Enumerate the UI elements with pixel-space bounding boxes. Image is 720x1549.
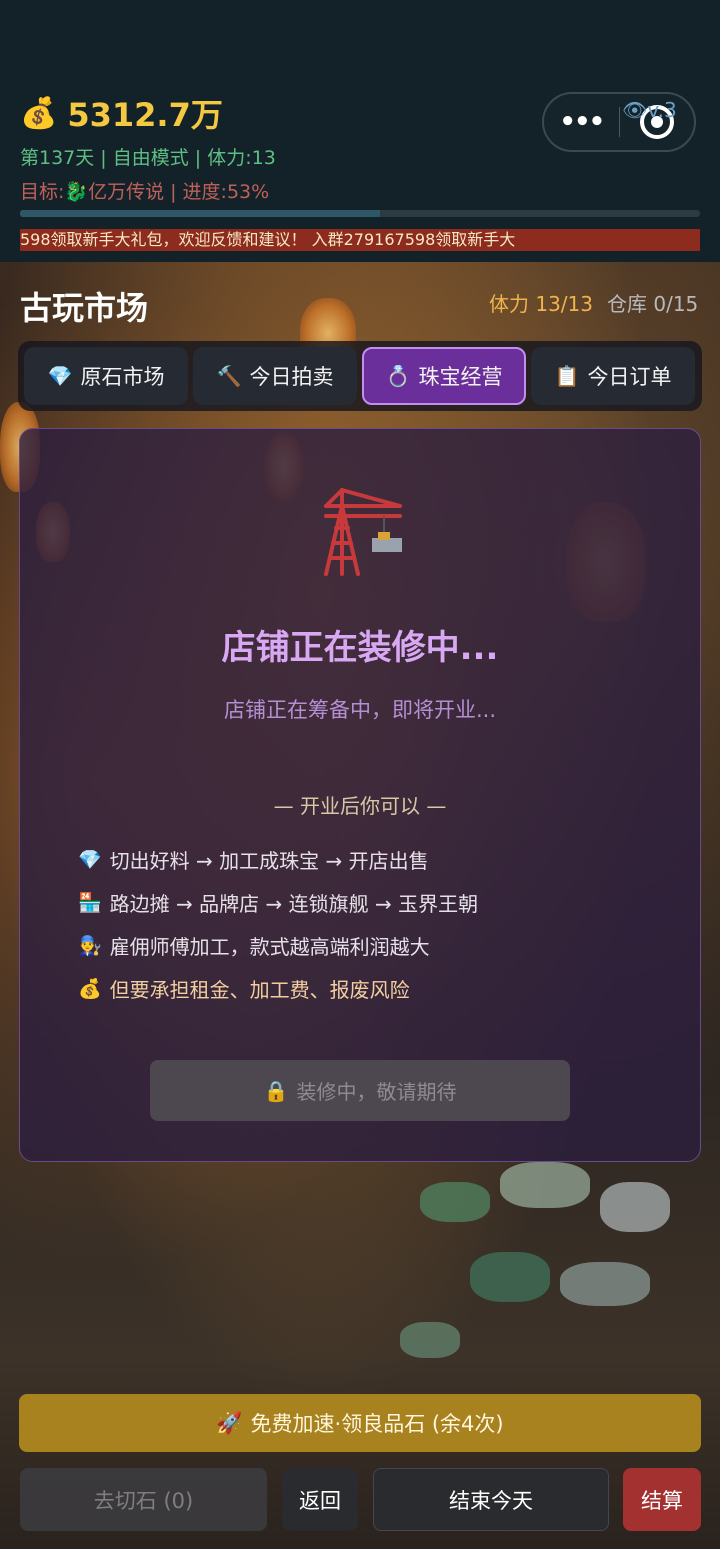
- feature-text: 路边摊 → 品牌店 → 连锁旗舰 → 玉界王朝: [109, 892, 479, 916]
- renovation-subtitle: 店铺正在筹备中，即将开业...: [223, 698, 497, 722]
- version-badge: 👁v.3: [622, 98, 677, 122]
- stamina-counter: 体力 13/13: [489, 292, 593, 316]
- end-day-button[interactable]: 结束今天: [373, 1468, 609, 1531]
- store-icon: 🏪: [78, 892, 102, 914]
- back-button[interactable]: 返回: [282, 1468, 358, 1531]
- money-bag-icon: 💰: [20, 95, 58, 131]
- ring-icon: 💍: [385, 364, 411, 388]
- money-value: 5312.7万: [67, 96, 223, 134]
- goal-progress: 目标:🐉亿万传说 | 进度:53%: [20, 177, 269, 204]
- jade-stone-image: [500, 1162, 590, 1208]
- announcement-ticker: 598领取新手大礼包，欢迎反馈和建议！ 入群279167598领取新手大: [20, 229, 700, 251]
- feature-text: 但要承担租金、加工费、报废风险: [109, 978, 410, 1002]
- feature-text: 切出好料 → 加工成珠宝 → 开店出售: [109, 849, 429, 873]
- jade-stone-image: [600, 1182, 670, 1232]
- status-header: 💰 5312.7万 第137天 | 自由模式 | 体力:13 目标:🐉亿万传说 …: [0, 0, 720, 262]
- renovating-button[interactable]: 🔒 装修中，敬请期待: [150, 1060, 570, 1121]
- feature-item: 🏪 路边摊 → 品牌店 → 连锁旗舰 → 玉界王朝: [78, 888, 478, 917]
- feature-item: 👨‍🔧 雇佣师傅加工，款式越高端利润越大: [78, 931, 430, 960]
- jade-stone-image: [470, 1252, 550, 1302]
- storage-counter: 仓库 0/15: [607, 292, 699, 316]
- day-mode-stamina: 第137天 | 自由模式 | 体力:13: [20, 147, 276, 169]
- renovating-button-label: 装修中，敬请期待: [296, 1080, 457, 1104]
- dragon-icon: 🐉: [64, 181, 89, 203]
- tab-label: 今日订单: [587, 365, 672, 389]
- settle-button[interactable]: 结算: [623, 1468, 701, 1531]
- cut-stone-button[interactable]: 去切石 (0): [20, 1468, 267, 1531]
- page-title: 古玩市场: [20, 289, 149, 327]
- goal-progress-fill: [20, 210, 381, 217]
- goal-text: 亿万传说 | 进度:53%: [88, 181, 270, 203]
- feature-item: 💎 切出好料 → 加工成珠宝 → 开店出售: [78, 845, 429, 874]
- diamond-icon: 💎: [47, 364, 73, 388]
- money-display: 💰 5312.7万: [20, 90, 223, 136]
- jade-stone-image: [400, 1322, 460, 1358]
- construction-crane-icon: [324, 488, 402, 576]
- diamond-icon: 💎: [78, 849, 102, 871]
- market-tabs: 💎 原石市场 🔨 今日拍卖 💍 珠宝经营 📋 今日订单: [18, 341, 702, 411]
- jade-stone-image: [420, 1182, 490, 1222]
- tab-jewelry-business[interactable]: 💍 珠宝经营: [362, 347, 526, 405]
- clipboard-icon: 📋: [554, 364, 580, 388]
- mechanic-icon: 👨‍🔧: [78, 935, 102, 957]
- rocket-icon: 🚀: [216, 1410, 243, 1435]
- after-open-heading: — 开业后你可以 —: [273, 794, 447, 818]
- tab-label: 原石市场: [80, 365, 165, 389]
- hammer-icon: 🔨: [216, 364, 242, 388]
- feature-text: 雇佣师傅加工，款式越高端利润越大: [109, 935, 430, 959]
- more-menu-icon[interactable]: •••: [544, 107, 619, 137]
- jade-stone-image: [560, 1262, 650, 1306]
- tab-today-auction[interactable]: 🔨 今日拍卖: [193, 347, 357, 405]
- goal-label: 目标:: [20, 181, 65, 203]
- free-boost-button[interactable]: 🚀 免费加速·领良品石 (余4次): [19, 1394, 701, 1452]
- tab-label: 今日拍卖: [249, 365, 334, 389]
- feature-item: 💰 但要承担租金、加工费、报废风险: [78, 974, 410, 1003]
- goal-progress-bar: [20, 210, 700, 217]
- tab-raw-stone-market[interactable]: 💎 原石市场: [24, 347, 188, 405]
- tab-today-orders[interactable]: 📋 今日订单: [531, 347, 695, 405]
- tab-label: 珠宝经营: [418, 365, 503, 389]
- lock-icon: 🔒: [263, 1078, 289, 1103]
- renovation-heading: 店铺正在装修中...: [221, 628, 499, 668]
- money-bag-icon: 💰: [78, 978, 102, 1000]
- boost-label: 免费加速·领良品石 (余4次): [250, 1412, 504, 1436]
